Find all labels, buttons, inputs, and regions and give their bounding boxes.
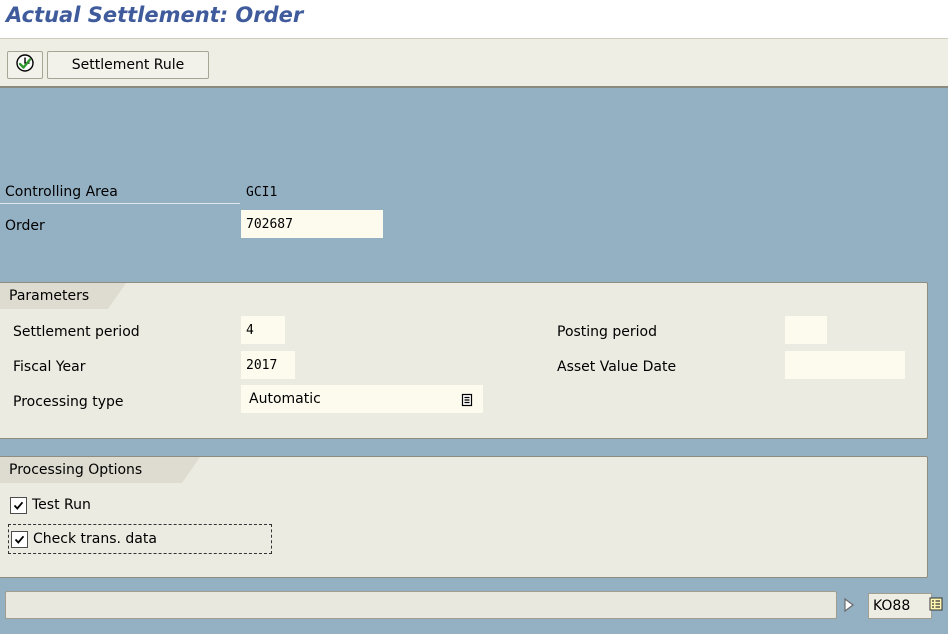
parameters-group: Parameters Settlement period 4 Fiscal Ye… — [0, 282, 928, 439]
status-bar — [5, 591, 837, 619]
page-title: Actual Settlement: Order — [6, 3, 304, 27]
application-toolbar: Settlement Rule — [0, 38, 948, 88]
list-menu-icon[interactable] — [929, 597, 943, 615]
processing-type-value: Automatic — [249, 391, 321, 407]
check-trans-data-checkbox-row[interactable]: Check trans. data — [8, 524, 272, 554]
execute-clock-icon — [15, 53, 35, 77]
settlement-rule-button[interactable]: Settlement Rule — [47, 51, 209, 79]
posting-period-input[interactable] — [785, 316, 827, 344]
processing-options-group-title: Processing Options — [0, 457, 182, 483]
transaction-code: KO88 — [873, 598, 911, 614]
title-bar: Actual Settlement: Order — [0, 0, 948, 38]
asset-value-date-input[interactable] — [785, 351, 905, 379]
settlement-rule-label: Settlement Rule — [71, 57, 185, 73]
check-trans-data-checkbox[interactable] — [11, 530, 28, 548]
dropdown-list-icon[interactable] — [461, 393, 473, 411]
fiscal-year-label: Fiscal Year — [13, 359, 86, 375]
checkmark-icon — [13, 501, 24, 510]
processing-options-group: Processing Options Test Run Check trans.… — [0, 456, 928, 578]
triangle-right-icon[interactable] — [842, 597, 856, 617]
settlement-period-label: Settlement period — [13, 324, 140, 340]
transaction-code-box[interactable]: KO88 — [868, 593, 932, 619]
settlement-period-input[interactable]: 4 — [241, 316, 285, 344]
parameters-group-title: Parameters — [0, 283, 108, 309]
check-trans-data-label: Check trans. data — [33, 531, 157, 547]
controlling-area-label: Controlling Area — [0, 180, 240, 204]
controlling-area-value: GCI1 — [246, 184, 278, 200]
execute-button[interactable] — [7, 51, 43, 79]
order-input[interactable]: 702687 — [241, 210, 383, 238]
processing-type-label: Processing type — [13, 394, 124, 410]
asset-value-date-label: Asset Value Date — [557, 359, 677, 375]
checkmark-icon — [14, 535, 25, 544]
test-run-checkbox[interactable] — [10, 496, 27, 514]
order-label: Order — [5, 218, 45, 234]
fiscal-year-input[interactable]: 2017 — [241, 351, 295, 379]
posting-period-label: Posting period — [557, 324, 657, 340]
processing-type-select[interactable]: Automatic — [241, 385, 483, 413]
processing-options-tab-edge — [182, 457, 200, 483]
parameters-tab-edge — [108, 283, 126, 309]
test-run-label: Test Run — [32, 497, 91, 513]
test-run-checkbox-row[interactable]: Test Run — [10, 494, 91, 516]
